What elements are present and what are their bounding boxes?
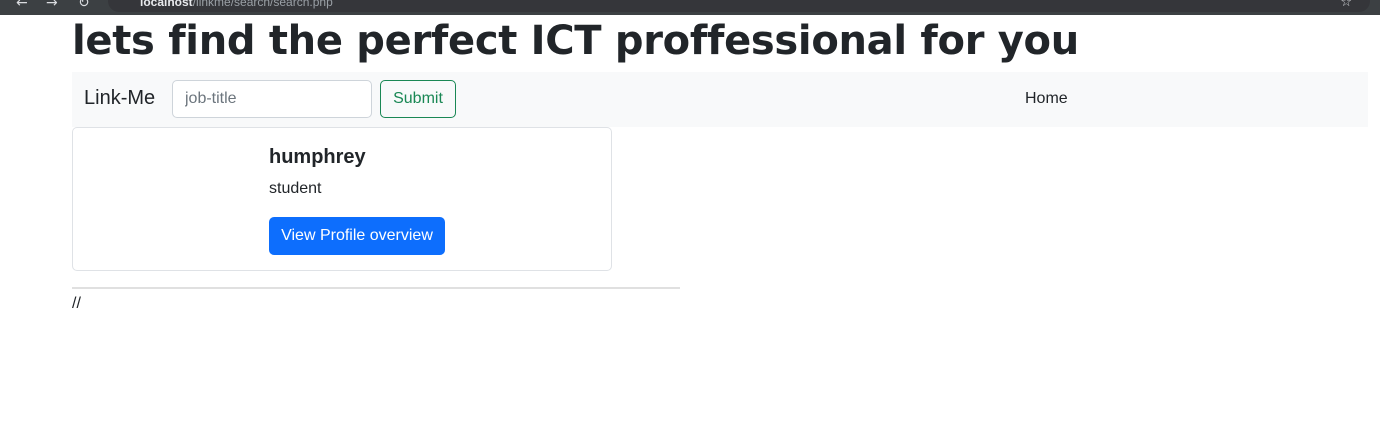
profile-name: humphrey [269,146,366,168]
url-host: localhost [140,0,193,9]
job-title-search-input[interactable] [172,80,372,118]
view-profile-button[interactable]: View Profile overview [269,217,445,255]
footer-text: // [72,295,81,312]
navbar-brand[interactable]: Link-Me [84,87,155,110]
submit-button[interactable]: Submit [380,80,456,118]
profile-role: student [269,180,322,197]
profile-card: humphrey student View Profile overview [72,127,612,271]
page-title: lets find the perfect ICT proffessional … [72,18,1079,64]
divider [72,287,680,289]
reload-icon[interactable]: ↻ [78,0,90,11]
nav-link-home[interactable]: Home [1025,90,1068,108]
url-path: /linkme/search/search.php [192,0,333,9]
star-icon[interactable]: ☆ [1340,0,1352,10]
arrow-right-icon[interactable]: → [46,0,58,11]
navbar: Link-Me Submit Home [72,72,1368,127]
address-bar-url[interactable]: localhost/linkme/search/search.php [140,0,333,9]
arrow-left-icon[interactable]: ← [16,0,28,11]
browser-toolbar: ← → ↻ localhost/linkme/search/search.php… [0,0,1380,15]
